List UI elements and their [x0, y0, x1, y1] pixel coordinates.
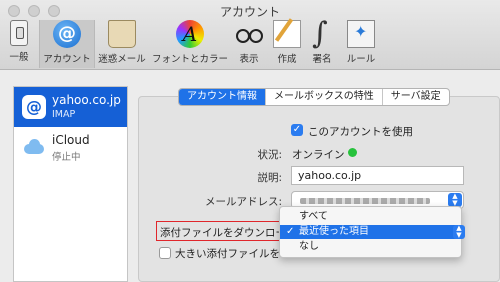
menu-item-all[interactable]: すべて [280, 210, 461, 224]
tab-mailbox-behaviors[interactable]: メールボックスの特性 [265, 89, 382, 105]
menu-item-label: なし [299, 241, 319, 252]
account-name: iCloud [52, 133, 90, 147]
toolbar-signatures[interactable]: 署名 [306, 16, 338, 68]
email-address-label: メールアドレス: [204, 196, 282, 208]
toolbar-general-label: 一般 [9, 52, 29, 63]
redacted-email-address [300, 198, 430, 204]
menu-item-recent[interactable]: ✓ 最近使った項目 [280, 225, 461, 239]
status-value: オンライン [292, 149, 345, 161]
glasses-icon [235, 20, 263, 48]
description-field[interactable]: yahoo.co.jp [291, 166, 464, 185]
general-switch-icon [10, 20, 28, 46]
online-status-dot [348, 148, 357, 157]
toolbar-composing[interactable]: 作成 [271, 20, 303, 68]
toolbar-general[interactable]: 一般 [4, 20, 34, 68]
description-label: 説明: [257, 172, 282, 184]
rules-envelope-icon [347, 20, 375, 48]
dropdown-stepper-icon[interactable]: ▲ ▼ [453, 225, 465, 239]
font-color-icon [176, 20, 204, 48]
menu-item-none[interactable]: なし [280, 240, 461, 254]
toolbar-composing-label: 作成 [277, 54, 297, 65]
account-name: yahoo.co.jp [52, 93, 121, 107]
account-status: 停止中 [52, 152, 81, 163]
compose-pencil-icon [273, 20, 301, 48]
status-label: 状況: [257, 149, 282, 161]
sidebar-account-yahoo[interactable]: @ yahoo.co.jp IMAP [14, 87, 127, 127]
mail-preferences-window: アカウント 一般 @ アカウント 迷惑メール フォントとカラー 表示 作成 署名 [0, 0, 500, 282]
settings-tabs: アカウント情報 メールボックスの特性 サーバ設定 [178, 88, 450, 106]
title-bar: アカウント 一般 @ アカウント 迷惑メール フォントとカラー 表示 作成 署名 [0, 0, 500, 70]
checkmark-icon: ✓ [286, 226, 295, 237]
cloud-icon [22, 135, 46, 159]
toolbar-signatures-label: 署名 [312, 54, 332, 65]
toolbar-rules[interactable]: ルール [343, 20, 379, 68]
toolbar-accounts[interactable]: @ アカウント [39, 20, 95, 68]
use-account-label: このアカウントを使用 [308, 126, 413, 138]
toolbar-accounts-label: アカウント [43, 54, 91, 65]
menu-item-label: すべて [299, 211, 328, 222]
popup-stepper-icon: ▲ ▼ [448, 193, 462, 207]
toolbar-fonts-colors[interactable]: フォントとカラー [150, 20, 230, 68]
toolbar-rules-label: ルール [346, 54, 376, 65]
accounts-sidebar: @ yahoo.co.jp IMAP iCloud 停止中 [13, 86, 128, 282]
large-attachments-label: 大きい添付ファイルをMa [175, 248, 285, 260]
at-sign-icon: @ [53, 20, 81, 48]
download-attachments-label: 添付ファイルをダウンロード [160, 227, 280, 239]
window-title: アカウント [219, 5, 280, 19]
tab-server-settings[interactable]: サーバ設定 [381, 89, 449, 105]
toolbar-viewing[interactable]: 表示 [233, 20, 265, 68]
download-attachments-menu: すべて ✓ 最近使った項目 なし [279, 206, 462, 258]
account-type: IMAP [52, 109, 76, 120]
tab-account-info[interactable]: アカウント情報 [179, 89, 265, 105]
toolbar-fonts-colors-label: フォントとカラー [151, 54, 228, 65]
toolbar-junk-label: 迷惑メール [98, 54, 146, 65]
toolbar-viewing-label: 表示 [239, 54, 259, 65]
junk-bin-icon [108, 20, 136, 48]
sidebar-account-icloud[interactable]: iCloud 停止中 [14, 127, 127, 167]
large-attachments-checkbox[interactable] [159, 247, 171, 259]
at-sign-icon: @ [22, 95, 46, 119]
signature-icon [308, 16, 336, 51]
toolbar-junk[interactable]: 迷惑メール [97, 20, 147, 68]
use-account-checkbox[interactable]: ✓ [291, 124, 303, 136]
menu-item-label: 最近使った項目 [299, 226, 369, 237]
